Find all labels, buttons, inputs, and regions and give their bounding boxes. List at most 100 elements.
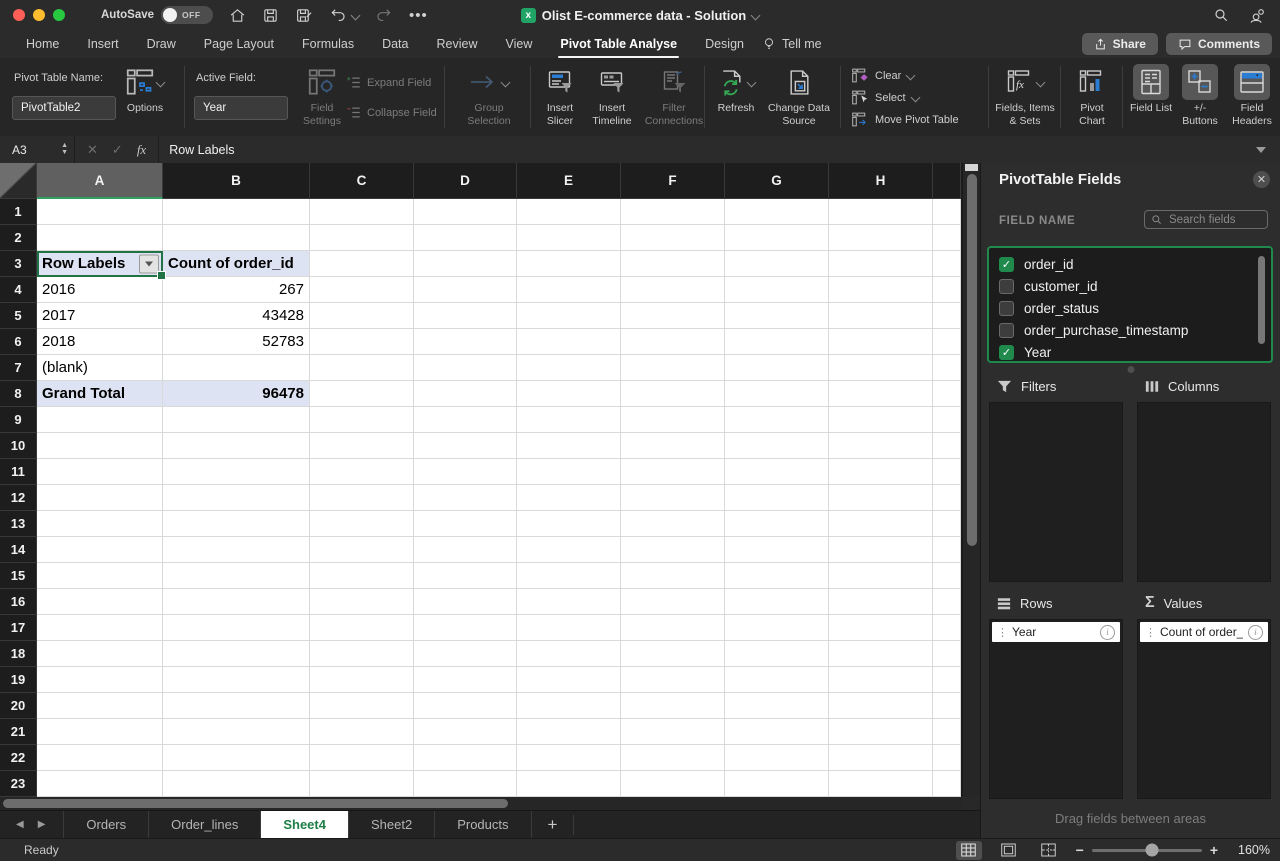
cell-partial-10[interactable] <box>933 433 961 459</box>
autosave-toggle[interactable]: OFF <box>161 6 214 24</box>
cell-D19[interactable] <box>414 667 517 693</box>
cell-C4[interactable] <box>310 277 414 303</box>
row-header-2[interactable]: 2 <box>0 225 37 251</box>
cell-E20[interactable] <box>517 693 621 719</box>
cell-D11[interactable] <box>414 459 517 485</box>
cell-D18[interactable] <box>414 641 517 667</box>
cell-B4[interactable]: 267 <box>163 277 310 303</box>
vertical-scrollbar[interactable] <box>962 163 980 797</box>
cell-G10[interactable] <box>725 433 829 459</box>
row-header-15[interactable]: 15 <box>0 563 37 589</box>
cell-partial-4[interactable] <box>933 277 961 303</box>
cell-C3[interactable] <box>310 251 414 277</box>
row-header-19[interactable]: 19 <box>0 667 37 693</box>
cell-F19[interactable] <box>621 667 725 693</box>
cell-G13[interactable] <box>725 511 829 537</box>
field-headers-button[interactable]: Field Headers <box>1228 64 1276 127</box>
cell-F2[interactable] <box>621 225 725 251</box>
move-pivot-table-button[interactable]: Move Pivot Table <box>852 112 959 127</box>
active-field-input[interactable] <box>194 96 288 120</box>
cell-F12[interactable] <box>621 485 725 511</box>
cell-G7[interactable] <box>725 355 829 381</box>
cell-F18[interactable] <box>621 641 725 667</box>
field-item-order_id[interactable]: ✓ order_id <box>999 253 1261 275</box>
cell-B15[interactable] <box>163 563 310 589</box>
zoom-slider-thumb[interactable] <box>1145 843 1159 857</box>
cell-D4[interactable] <box>414 277 517 303</box>
cell-E9[interactable] <box>517 407 621 433</box>
filter-dropdown-button[interactable] <box>139 254 159 273</box>
cell-H18[interactable] <box>829 641 933 667</box>
sheet-tab-products[interactable]: Products <box>435 810 532 839</box>
field-item-customer_id[interactable]: customer_id <box>999 275 1261 297</box>
cell-F11[interactable] <box>621 459 725 485</box>
cell-partial-20[interactable] <box>933 693 961 719</box>
cell-H21[interactable] <box>829 719 933 745</box>
zoom-percent[interactable]: 160% <box>1232 843 1270 857</box>
row-header-8[interactable]: 8 <box>0 381 37 407</box>
cell-A22[interactable] <box>37 745 163 771</box>
cell-B23[interactable] <box>163 771 310 797</box>
cell-D6[interactable] <box>414 329 517 355</box>
formula-input[interactable]: Row Labels <box>159 143 1256 157</box>
cell-B2[interactable] <box>163 225 310 251</box>
cell-partial-11[interactable] <box>933 459 961 485</box>
cell-C17[interactable] <box>310 615 414 641</box>
cell-D14[interactable] <box>414 537 517 563</box>
cell-B5[interactable]: 43428 <box>163 303 310 329</box>
clear-button[interactable]: Clear <box>852 68 916 83</box>
cell-H5[interactable] <box>829 303 933 329</box>
field-item-order_status[interactable]: order_status <box>999 297 1261 319</box>
cell-H8[interactable] <box>829 381 933 407</box>
change-data-source-button[interactable]: Change Data Source <box>766 64 832 127</box>
field-item-order_purchase_timestamp[interactable]: order_purchase_timestamp <box>999 319 1261 341</box>
sheet-tab-order_lines[interactable]: Order_lines <box>149 810 262 839</box>
cell-G1[interactable] <box>725 199 829 225</box>
cell-E21[interactable] <box>517 719 621 745</box>
cell-B9[interactable] <box>163 407 310 433</box>
page-layout-view-icon[interactable] <box>996 841 1022 860</box>
cell-C2[interactable] <box>310 225 414 251</box>
cell-A17[interactable] <box>37 615 163 641</box>
add-sheet-button[interactable]: + <box>532 814 575 835</box>
cell-E14[interactable] <box>517 537 621 563</box>
column-header-partial[interactable] <box>933 163 961 199</box>
tab-home[interactable]: Home <box>12 30 73 58</box>
cell-C5[interactable] <box>310 303 414 329</box>
cell-D21[interactable] <box>414 719 517 745</box>
pivot-table-name-input[interactable] <box>12 96 116 120</box>
cell-A6[interactable]: 2018 <box>37 329 163 355</box>
undo-dropdown-icon[interactable] <box>350 10 361 20</box>
formula-bar-expand-icon[interactable] <box>1256 146 1266 153</box>
cell-F1[interactable] <box>621 199 725 225</box>
row-header-4[interactable]: 4 <box>0 277 37 303</box>
save-as-icon[interactable] <box>295 7 313 24</box>
values-pill[interactable]: ⋮ Count of order_id i <box>1140 622 1268 642</box>
cell-partial-16[interactable] <box>933 589 961 615</box>
row-header-13[interactable]: 13 <box>0 511 37 537</box>
cell-partial-8[interactable] <box>933 381 961 407</box>
cell-B10[interactable] <box>163 433 310 459</box>
cell-A8[interactable]: Grand Total <box>37 381 163 407</box>
cell-A21[interactable] <box>37 719 163 745</box>
cell-C16[interactable] <box>310 589 414 615</box>
cell-E16[interactable] <box>517 589 621 615</box>
cell-B19[interactable] <box>163 667 310 693</box>
tab-design[interactable]: Design <box>691 30 758 58</box>
cell-D22[interactable] <box>414 745 517 771</box>
cell-H10[interactable] <box>829 433 933 459</box>
cell-E11[interactable] <box>517 459 621 485</box>
cell-H22[interactable] <box>829 745 933 771</box>
checkbox-Year[interactable]: ✓ <box>999 344 1014 360</box>
cell-G9[interactable] <box>725 407 829 433</box>
save-icon[interactable] <box>262 7 279 24</box>
prev-sheet-icon[interactable]: ◀ <box>16 819 24 830</box>
close-window-button[interactable] <box>13 9 25 21</box>
next-sheet-icon[interactable]: ▶ <box>38 819 46 830</box>
info-icon[interactable]: i <box>1248 624 1263 640</box>
row-header-12[interactable]: 12 <box>0 485 37 511</box>
cell-H23[interactable] <box>829 771 933 797</box>
cell-H20[interactable] <box>829 693 933 719</box>
row-header-20[interactable]: 20 <box>0 693 37 719</box>
horizontal-scrollbar[interactable] <box>0 797 962 810</box>
